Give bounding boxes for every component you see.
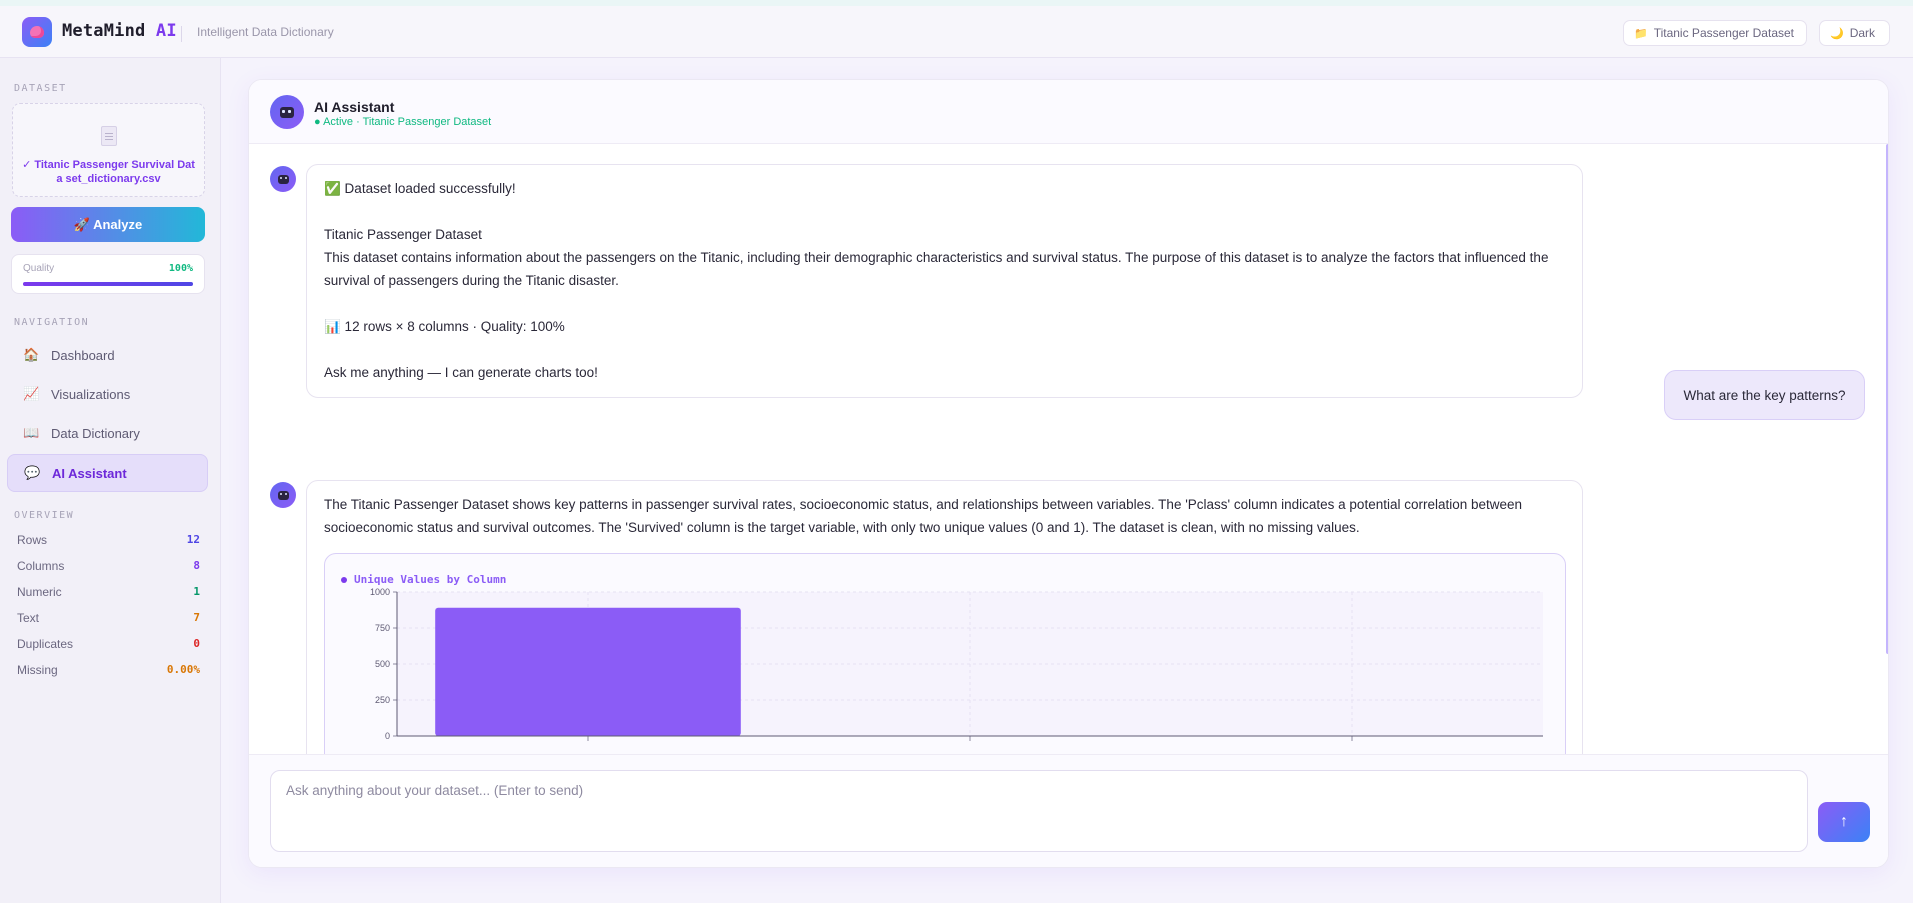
message-list-scrollbar[interactable] xyxy=(1886,144,1888,654)
speech-bubble-icon: 💬 xyxy=(24,465,41,480)
chat-status: ● Active · Titanic Passenger Dataset xyxy=(314,116,492,128)
y-tick-label: 250 xyxy=(375,695,390,705)
arrow-up-icon: ↑ xyxy=(1840,813,1848,830)
nav-item-label: AI Assistant xyxy=(52,465,127,481)
dataset-pill-label: Titanic Passenger Dataset xyxy=(1653,26,1794,40)
dataset-section-label: DATASET xyxy=(14,83,67,94)
quality-value: 100% xyxy=(168,263,193,274)
nav-item-dashboard[interactable]: 🏠 Dashboard xyxy=(7,336,208,374)
overview-label: Duplicates xyxy=(17,637,74,651)
bar xyxy=(435,607,741,736)
bar-chart: 0 250 500 750 1000 xyxy=(370,587,1543,741)
message-line xyxy=(324,200,1565,223)
message-line xyxy=(324,338,1565,361)
nav-item-ai-assistant[interactable]: 💬 AI Assistant xyxy=(7,454,208,492)
document-icon xyxy=(101,126,117,146)
overview-value: 7 xyxy=(193,611,200,624)
top-header: MetaMind AI Intelligent Data Dictionary … xyxy=(0,0,1913,58)
nav-item-data-dictionary[interactable]: 📖 Data Dictionary xyxy=(7,414,208,452)
overview-label: Rows xyxy=(17,533,48,547)
brain-logo-icon xyxy=(22,17,52,47)
assistant-message: The Titanic Passenger Dataset shows key … xyxy=(306,480,1583,754)
overview-value: 0.00% xyxy=(166,663,200,676)
tagline: Intelligent Data Dictionary xyxy=(197,25,334,39)
quality-label: Quality xyxy=(23,263,55,274)
dataset-pill[interactable]: 📁 Titanic Passenger Dataset xyxy=(1623,20,1807,46)
overview-row-rows: Rows 12 xyxy=(17,533,200,547)
overview-value: 1 xyxy=(193,585,200,598)
overview-label: Text xyxy=(17,611,40,625)
y-tick-label: 1000 xyxy=(370,587,390,597)
chat-title: AI Assistant xyxy=(314,99,395,115)
open-book-icon: 📖 xyxy=(23,425,40,440)
navigation-section-label: NAVIGATION xyxy=(14,317,90,328)
overview-section-label: OVERVIEW xyxy=(14,510,75,521)
overview-value: 12 xyxy=(186,533,200,546)
assistant-message: ✅ Dataset loaded successfully! Titanic P… xyxy=(306,164,1583,398)
sidebar: DATASET ✓ Titanic Passenger Survival Dat… xyxy=(0,58,221,903)
overview-value: 0 xyxy=(193,637,200,650)
send-button[interactable]: ↑ xyxy=(1818,802,1870,842)
message-line: Ask me anything — I can generate charts … xyxy=(324,365,598,380)
chart-title-dot xyxy=(341,576,347,583)
robot-avatar-icon xyxy=(270,166,296,192)
house-icon: 🏠 xyxy=(23,347,40,362)
nav-item-label: Data Dictionary xyxy=(51,425,140,441)
message-text: The Titanic Passenger Dataset shows key … xyxy=(324,497,1523,535)
header-divider xyxy=(181,26,182,42)
nav-item-label: Visualizations xyxy=(51,386,131,402)
message-line: Titanic Passenger Dataset xyxy=(324,227,482,242)
user-message: What are the key patterns? xyxy=(1664,370,1865,420)
chart-increasing-icon: 📈 xyxy=(23,386,40,401)
y-tick-label: 750 xyxy=(375,623,390,633)
chart-card: Unique Values by Column 0 250 500 750 1000 xyxy=(324,553,1566,754)
chat-header: AI Assistant ● Active · Titanic Passenge… xyxy=(249,80,1888,144)
y-tick-label: 500 xyxy=(375,659,390,669)
chat-panel: AI Assistant ● Active · Titanic Passenge… xyxy=(248,79,1889,868)
overview-row-duplicates: Duplicates 0 xyxy=(17,637,200,651)
analyze-button[interactable]: 🚀 Analyze xyxy=(11,207,205,242)
dataset-file-card[interactable]: ✓ Titanic Passenger Survival Data set_di… xyxy=(12,103,205,197)
overview-row-text: Text 7 xyxy=(17,611,200,625)
message-line: ✅ Dataset loaded successfully! xyxy=(324,181,516,196)
y-tick-label: 0 xyxy=(385,731,390,741)
overview-row-missing: Missing 0.00% xyxy=(17,663,200,677)
overview-value: 8 xyxy=(193,559,200,572)
composer: ↑ xyxy=(249,754,1888,867)
message-line: This dataset contains information about … xyxy=(324,250,1549,288)
overview-row-numeric: Numeric 1 xyxy=(17,585,200,599)
overview-row-columns: Columns 8 xyxy=(17,559,200,573)
nav-item-visualizations[interactable]: 📈 Visualizations xyxy=(7,375,208,413)
message-line xyxy=(324,292,1565,315)
folder-icon: 📁 xyxy=(1634,27,1648,40)
message-line: 📊 12 rows × 8 columns · Quality: 100% xyxy=(324,319,565,334)
quality-bar-fill xyxy=(23,282,193,286)
robot-avatar-icon xyxy=(270,482,296,508)
chat-input[interactable] xyxy=(270,770,1808,852)
moon-icon: 🌙 xyxy=(1830,27,1844,40)
quality-card: Quality 100% xyxy=(11,254,205,294)
message-list[interactable]: ✅ Dataset loaded successfully! Titanic P… xyxy=(249,144,1888,754)
brand-name: MetaMind AI xyxy=(62,21,177,41)
quality-bar xyxy=(23,282,193,286)
theme-toggle-label: Dark xyxy=(1849,26,1876,40)
dataset-file-name: ✓ Titanic Passenger Survival Data set_di… xyxy=(22,159,195,185)
theme-toggle-button[interactable]: 🌙 Dark xyxy=(1819,20,1890,46)
overview-label: Columns xyxy=(17,559,65,573)
overview-label: Missing xyxy=(17,663,58,677)
overview-label: Numeric xyxy=(17,585,62,599)
robot-avatar-icon xyxy=(270,95,304,129)
nav-item-label: Dashboard xyxy=(51,347,115,363)
